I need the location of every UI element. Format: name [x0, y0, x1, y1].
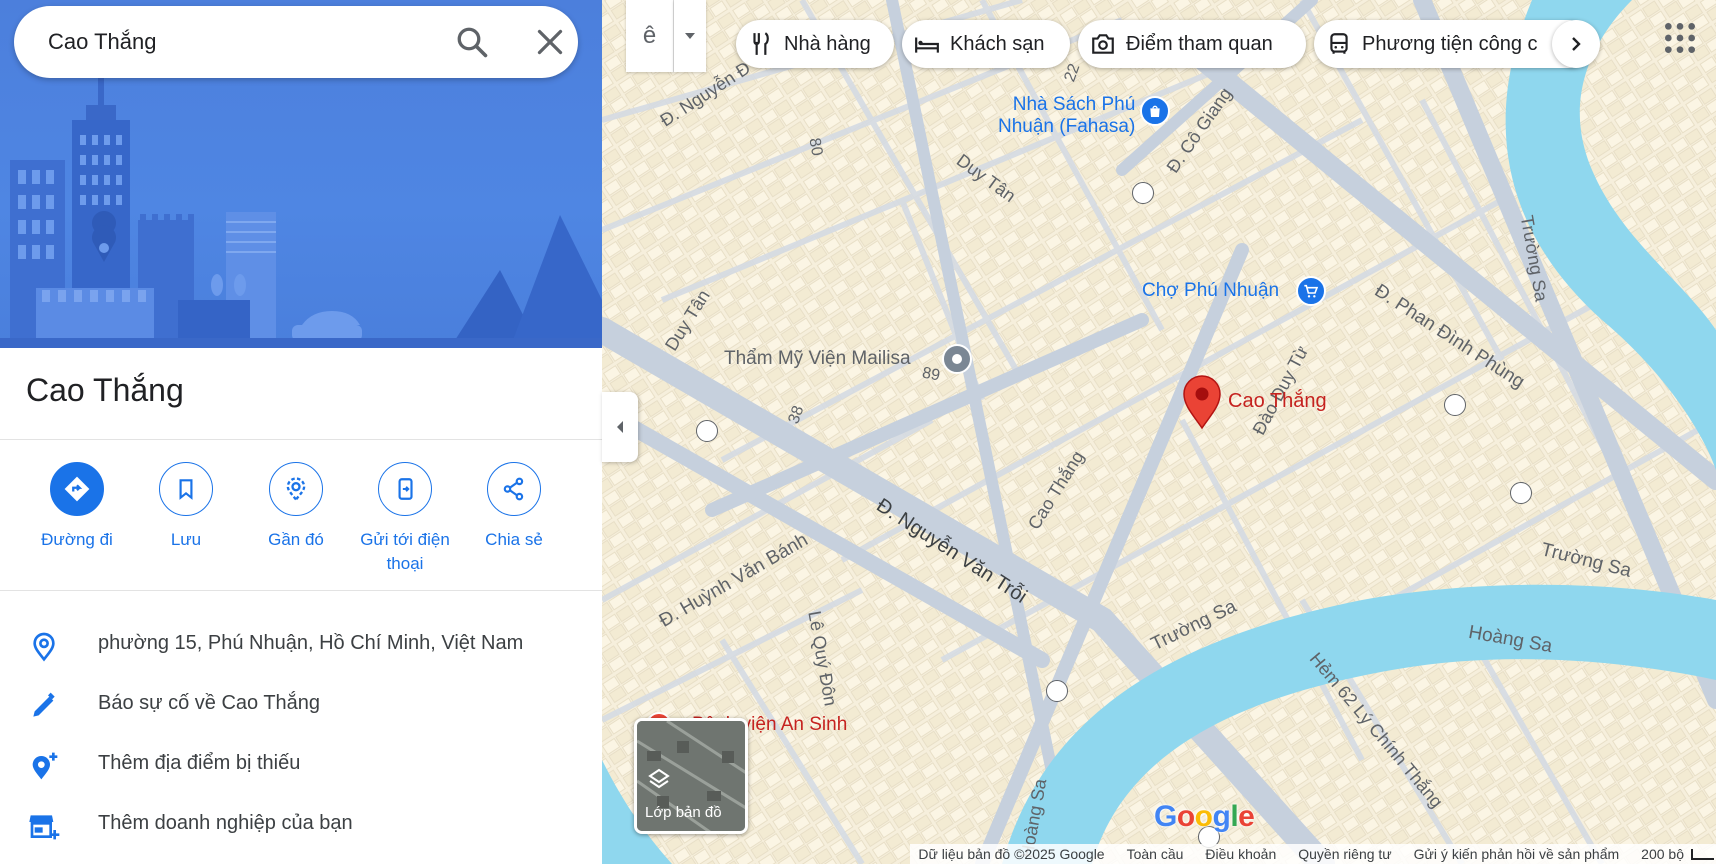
poi-fahasa-label[interactable]: Nhà Sách Phú Nhuận (Fahasa) [998, 94, 1135, 138]
input-tools-button[interactable]: ê [626, 0, 674, 72]
address-text: phường 15, Phú Nhuận, Hồ Chí Minh, Việt … [98, 632, 524, 654]
bus-stop-icon[interactable] [696, 420, 718, 442]
chip-restaurants[interactable]: Nhà hàng [736, 20, 894, 68]
map-data-attribution[interactable]: Dữ liệu bản đồ ©2025 Google [918, 846, 1104, 862]
shopping-cart-icon[interactable] [1296, 276, 1326, 306]
share-icon [487, 462, 541, 516]
map-canvas[interactable]: Đ. Nguyễn Đ Duy Tân Duy Tân Đ. Cô Giang … [602, 0, 1716, 864]
pencil-icon [28, 690, 60, 722]
poi-market-label[interactable]: Chợ Phú Nhuận [1142, 280, 1279, 302]
chevron-right-icon [1572, 37, 1581, 51]
nearby-button[interactable]: Gần đó [241, 462, 351, 552]
add-business-text: Thêm doanh nghiệp của bạn [98, 812, 353, 834]
chip-scroll-right-button[interactable] [1552, 20, 1600, 68]
divider [0, 439, 602, 440]
directions-label: Đường đi [41, 530, 113, 549]
terms-link[interactable]: Điều khoản [1205, 846, 1276, 862]
share-button[interactable]: Chia sẻ [459, 462, 569, 552]
bus-stop-icon[interactable] [1444, 394, 1466, 416]
street-number: 89 [920, 364, 942, 385]
report-issue-text: Báo sự cố về Cao Thắng [98, 692, 321, 714]
poi-dot-icon[interactable] [942, 344, 972, 374]
input-tools-label: ê [642, 22, 657, 49]
search-box [14, 6, 578, 78]
directions-button[interactable]: Đường đi [22, 462, 132, 552]
scale-bar-icon [1691, 849, 1714, 860]
add-business-row[interactable]: Thêm doanh nghiệp của bạn [0, 796, 602, 852]
directions-icon [50, 462, 104, 516]
location-pin-icon [28, 630, 60, 662]
shopping-bag-icon[interactable] [1140, 96, 1170, 126]
send-to-phone-label: Gửi tới điện thoại [360, 530, 450, 573]
chevron-down-icon [685, 33, 695, 39]
nearby-label: Gần đó [268, 530, 324, 549]
input-tools-dropdown[interactable] [674, 0, 706, 72]
bus-stop-icon[interactable] [1132, 182, 1154, 204]
chip-attractions[interactable]: Điểm tham quan [1078, 20, 1306, 68]
selected-place-label[interactable]: Cao Thắng [1228, 390, 1327, 413]
global-link[interactable]: Toàn cầu [1127, 846, 1184, 862]
chip-transit[interactable]: Phương tiện công c [1314, 20, 1592, 68]
divider [0, 590, 602, 591]
feedback-link[interactable]: Gửi ý kiến phản hồi về sản phẩm [1414, 846, 1620, 862]
share-label: Chia sẻ [485, 530, 543, 549]
search-icon[interactable] [454, 24, 490, 60]
collapse-panel-button[interactable] [602, 392, 638, 462]
apps-grid-icon[interactable] [1660, 18, 1700, 58]
report-issue-row[interactable]: Báo sự cố về Cao Thắng [0, 676, 602, 732]
chip-label: Điểm tham quan [1126, 32, 1273, 55]
chip-label: Phương tiện công c [1362, 32, 1538, 55]
chip-label: Nhà hàng [784, 32, 871, 55]
bus-stop-icon[interactable] [1510, 482, 1532, 504]
poi-mailisa-label[interactable]: Thẩm Mỹ Viện Mailisa [724, 348, 911, 370]
google-logo: Google [1154, 800, 1255, 833]
address-row[interactable]: phường 15, Phú Nhuận, Hồ Chí Minh, Việt … [0, 616, 602, 672]
layers-label: Lớp bản đồ [645, 804, 722, 821]
add-missing-place-text: Thêm địa điểm bị thiếu [98, 752, 301, 774]
privacy-link[interactable]: Quyền riêng tư [1298, 846, 1391, 862]
nearby-icon [269, 462, 323, 516]
chip-label: Khách sạn [950, 32, 1045, 55]
poi-fahasa-line2: Nhuận (Fahasa) [998, 116, 1136, 137]
selected-place-pin-icon[interactable] [1182, 374, 1222, 430]
bed-icon [915, 37, 939, 53]
add-missing-place-row[interactable]: Thêm địa điểm bị thiếu [0, 736, 602, 792]
send-to-phone-button[interactable]: Gửi tới điện thoại [350, 462, 460, 576]
street-number: 80 [805, 136, 826, 158]
close-icon[interactable] [532, 24, 568, 60]
chevron-left-icon [617, 421, 623, 433]
map-footer: Dữ liệu bản đồ ©2025 Google Toàn cầu Điề… [602, 844, 1716, 864]
phone-icon [378, 462, 432, 516]
add-location-icon [28, 750, 60, 782]
bus-stop-icon[interactable] [1046, 680, 1068, 702]
place-title: Cao Thắng [26, 372, 184, 408]
layers-button[interactable]: Lớp bản đồ [634, 718, 748, 834]
search-input[interactable] [48, 20, 428, 64]
layers-icon [648, 768, 670, 789]
add-business-icon [28, 810, 60, 842]
fork-knife-icon [753, 32, 769, 55]
save-button[interactable]: Lưu [131, 462, 241, 552]
chip-hotels[interactable]: Khách sạn [902, 20, 1070, 68]
bookmark-icon [159, 462, 213, 516]
bus-icon [1330, 33, 1348, 54]
save-label: Lưu [170, 530, 202, 549]
place-panel: Cao Thắng Đường đi Lưu Gần đó Gửi tới đi… [0, 0, 602, 864]
poi-fahasa-line1: Nhà Sách Phú [1012, 94, 1136, 115]
camera-icon [1092, 34, 1114, 54]
scale-label[interactable]: 200 bộ [1641, 846, 1684, 862]
